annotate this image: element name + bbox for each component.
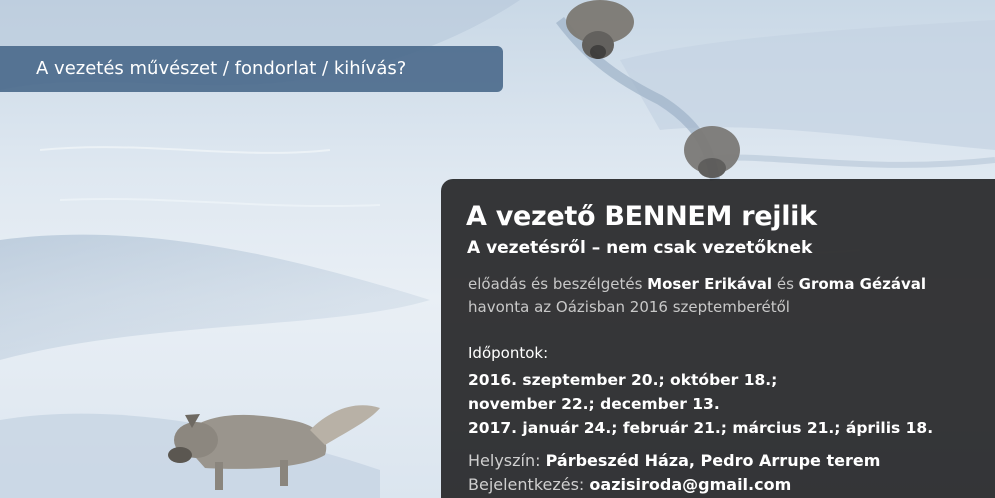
registration-label: Bejelentkezés: bbox=[468, 475, 585, 494]
event-subtitle: A vezetésről – nem csak vezetőknek bbox=[467, 238, 813, 258]
dates-label: Időpontok: bbox=[468, 344, 549, 362]
dates-list: 2016. szeptember 20.; október 18.; novem… bbox=[468, 368, 933, 440]
registration-row: Bejelentkezés: oazisiroda@gmail.com bbox=[468, 473, 880, 497]
event-info-panel: A vezető BENNEM rejlik A vezetésről – ne… bbox=[441, 179, 995, 498]
tagline-banner: A vezetés művészet / fondorlat / kihívás… bbox=[0, 46, 503, 92]
speaker-1: Moser Erikával bbox=[647, 275, 773, 293]
intro-schedule: havonta az Oázisban 2016 szeptemberétől bbox=[468, 298, 790, 316]
intro-and: és bbox=[776, 275, 794, 293]
tagline-text: A vezetés művészet / fondorlat / kihívás… bbox=[36, 58, 407, 79]
event-logistics: Helyszín: Párbeszéd Háza, Pedro Arrupe t… bbox=[468, 449, 880, 497]
location-value: Párbeszéd Háza, Pedro Arrupe terem bbox=[545, 451, 881, 470]
location-row: Helyszín: Párbeszéd Háza, Pedro Arrupe t… bbox=[468, 449, 880, 473]
dates-line: 2016. szeptember 20.; október 18.; bbox=[468, 371, 778, 389]
wolf-top bbox=[566, 0, 634, 59]
speaker-2: Groma Gézával bbox=[798, 275, 927, 293]
registration-email[interactable]: oazisiroda@gmail.com bbox=[589, 475, 791, 494]
dates-line: november 22.; december 13. bbox=[468, 395, 720, 413]
wolf-middle bbox=[684, 126, 740, 178]
intro-lead: előadás és beszélgetés bbox=[468, 275, 643, 293]
event-title: A vezető BENNEM rejlik bbox=[466, 201, 817, 232]
event-intro: előadás és beszélgetés Moser Erikával és… bbox=[468, 273, 926, 319]
location-label: Helyszín: bbox=[468, 451, 541, 470]
dates-line: 2017. január 24.; február 21.; március 2… bbox=[468, 419, 934, 437]
